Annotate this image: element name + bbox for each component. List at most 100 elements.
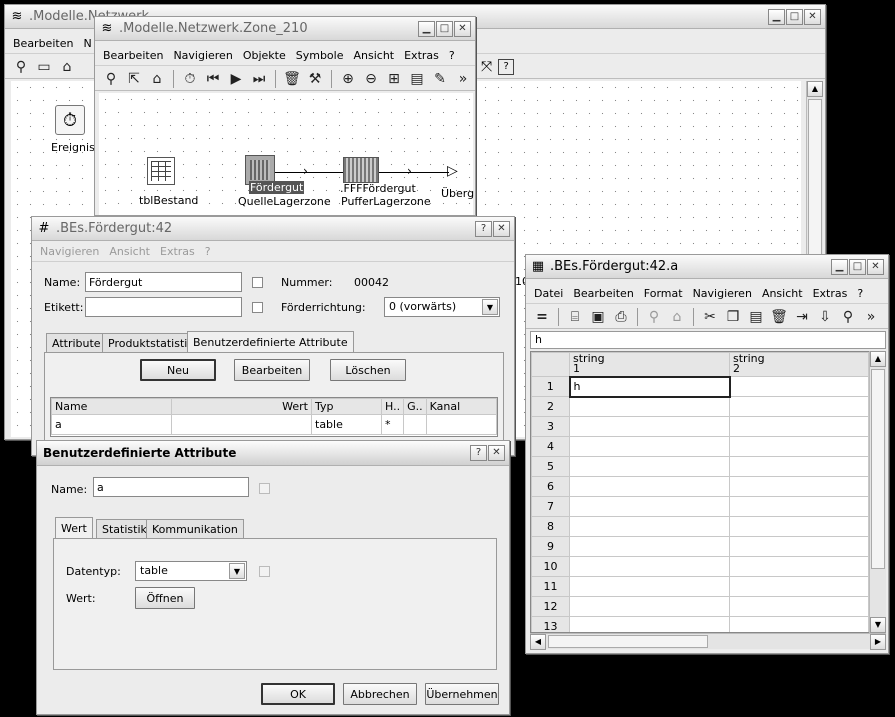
- cell-col-1[interactable]: [569, 436, 730, 457]
- cell-col-2[interactable]: [729, 556, 869, 577]
- table-object-icon[interactable]: [147, 157, 175, 185]
- insert-column-icon[interactable]: ⇩: [815, 307, 835, 327]
- equals-icon[interactable]: =: [532, 307, 552, 327]
- row-header[interactable]: 8: [531, 516, 570, 537]
- row-header[interactable]: 6: [531, 476, 570, 497]
- cell-col-1[interactable]: [569, 396, 730, 417]
- table-row[interactable]: 2: [531, 396, 869, 417]
- cell-kanal[interactable]: [425, 414, 498, 435]
- broom-icon[interactable]: ⚒: [305, 69, 325, 89]
- tab-produktstatistik[interactable]: Produktstatistik: [102, 333, 200, 353]
- menu-bearbeiten[interactable]: Bearbeiten: [103, 49, 163, 62]
- menu-ansicht[interactable]: Ansicht: [109, 245, 150, 258]
- datentyp-select[interactable]: table ▼: [135, 561, 247, 581]
- col-header-wert[interactable]: Wert: [171, 398, 312, 415]
- cell-col-1[interactable]: [569, 456, 730, 477]
- help-icon[interactable]: ?: [475, 221, 492, 237]
- home-icon[interactable]: ⌂: [57, 57, 77, 77]
- minimize-icon[interactable]: ▁: [831, 259, 848, 275]
- find-icon[interactable]: ⚲: [838, 307, 858, 327]
- cell-col-2[interactable]: [729, 396, 869, 417]
- chevron-down-icon[interactable]: ▼: [482, 299, 498, 315]
- scroll-right-icon[interactable]: ▶: [870, 634, 886, 650]
- scroll-thumb[interactable]: [548, 635, 708, 648]
- menu-help[interactable]: ?: [205, 245, 211, 258]
- row-header[interactable]: 10: [531, 556, 570, 577]
- formula-bar[interactable]: h: [530, 331, 886, 349]
- cell-typ[interactable]: table: [311, 414, 382, 435]
- loeschen-button[interactable]: Löschen: [330, 359, 406, 381]
- row-header[interactable]: 2: [531, 396, 570, 417]
- cell-col-2[interactable]: [729, 456, 869, 477]
- tab-wert[interactable]: Wert: [55, 517, 93, 539]
- table-row[interactable]: 8: [531, 516, 869, 537]
- scroll-thumb[interactable]: [871, 369, 885, 569]
- dlg-name-field[interactable]: [93, 477, 249, 497]
- col-header-kanal[interactable]: Kanal: [425, 398, 498, 415]
- tab-statistik[interactable]: Statistik: [96, 519, 153, 539]
- col-header-typ[interactable]: Typ: [311, 398, 382, 415]
- col-header-name[interactable]: Name: [51, 398, 172, 415]
- zoom-in-icon[interactable]: ⊕: [338, 69, 358, 89]
- binoculars-icon[interactable]: ⚲: [11, 57, 31, 77]
- menu-help[interactable]: ?: [857, 287, 863, 300]
- rewind-icon[interactable]: ⏮: [203, 69, 223, 89]
- row-header[interactable]: 5: [531, 456, 570, 477]
- cell-wert[interactable]: [171, 414, 312, 435]
- table-row[interactable]: 4: [531, 436, 869, 457]
- maximize-icon[interactable]: □: [436, 21, 453, 37]
- col-header-1[interactable]: string 1: [569, 352, 730, 377]
- tab-kommunikation[interactable]: Kommunikation: [146, 519, 244, 539]
- cell-name[interactable]: a: [51, 414, 172, 435]
- cell-col-2[interactable]: [729, 416, 869, 437]
- cell-col-2[interactable]: [729, 376, 869, 397]
- help-icon[interactable]: ?: [470, 445, 487, 461]
- cell-h[interactable]: *: [380, 414, 405, 435]
- delete-icon[interactable]: 🗑: [769, 307, 789, 327]
- menu-navigieren[interactable]: Navigieren: [173, 49, 232, 62]
- cell-col-1[interactable]: [569, 616, 730, 632]
- cell-col-1[interactable]: [569, 416, 730, 437]
- bes-titlebar[interactable]: # .BEs.Fördergut:42: [32, 217, 514, 241]
- binoculars-icon[interactable]: ⚲: [101, 69, 121, 89]
- folder-up-icon[interactable]: ▭: [34, 57, 54, 77]
- binoculars-icon[interactable]: ⚲: [644, 307, 664, 327]
- timer-icon[interactable]: ⏱: [180, 69, 200, 89]
- tab-benutzerdefinierte-attribute[interactable]: Benutzerdefinierte Attribute: [187, 331, 354, 353]
- close-icon[interactable]: ✕: [493, 221, 510, 237]
- cell-g[interactable]: [403, 414, 427, 435]
- home-icon[interactable]: ⌂: [667, 307, 687, 327]
- save-icon[interactable]: ▣: [588, 307, 608, 327]
- copy-icon[interactable]: ❐: [723, 307, 743, 327]
- table-row[interactable]: 11: [531, 576, 869, 597]
- menu-navigieren[interactable]: Navigieren: [693, 287, 752, 300]
- close-icon[interactable]: ✕: [867, 259, 884, 275]
- minimize-icon[interactable]: ▁: [418, 21, 435, 37]
- etikett-field[interactable]: [85, 297, 242, 317]
- col-header-2[interactable]: string 2: [729, 352, 869, 377]
- transfer-arrow-icon[interactable]: ▷: [447, 163, 458, 179]
- menu-extras[interactable]: Extras: [404, 49, 439, 62]
- col-header-h[interactable]: H..: [380, 398, 405, 415]
- abbrechen-button[interactable]: Abbrechen: [343, 683, 417, 705]
- cell-col-2[interactable]: [729, 536, 869, 557]
- ok-button[interactable]: OK: [261, 683, 335, 705]
- menu-bearbeiten[interactable]: Bearbeiten: [573, 287, 633, 300]
- print-icon[interactable]: ⎙: [611, 307, 631, 327]
- menu-bearbeiten[interactable]: Bearbeiten: [13, 37, 73, 50]
- buffer-object-icon[interactable]: [343, 157, 379, 183]
- cell-col-1[interactable]: [569, 576, 730, 597]
- cell-col-2[interactable]: [729, 436, 869, 457]
- table-row[interactable]: 7: [531, 496, 869, 517]
- etikett-inherit-checkbox[interactable]: [252, 302, 263, 313]
- neu-button[interactable]: Neu: [140, 359, 216, 381]
- row-header[interactable]: 3: [531, 416, 570, 437]
- cell-col-2[interactable]: [729, 576, 869, 597]
- name-field[interactable]: [85, 272, 242, 292]
- close-icon[interactable]: ✕: [488, 445, 505, 461]
- row-header[interactable]: 11: [531, 576, 570, 597]
- menu-navigieren[interactable]: N: [83, 37, 91, 50]
- oeffnen-button[interactable]: Öffnen: [135, 587, 195, 609]
- row-header[interactable]: 12: [531, 596, 570, 617]
- tab-attribute[interactable]: Attribute: [46, 333, 107, 353]
